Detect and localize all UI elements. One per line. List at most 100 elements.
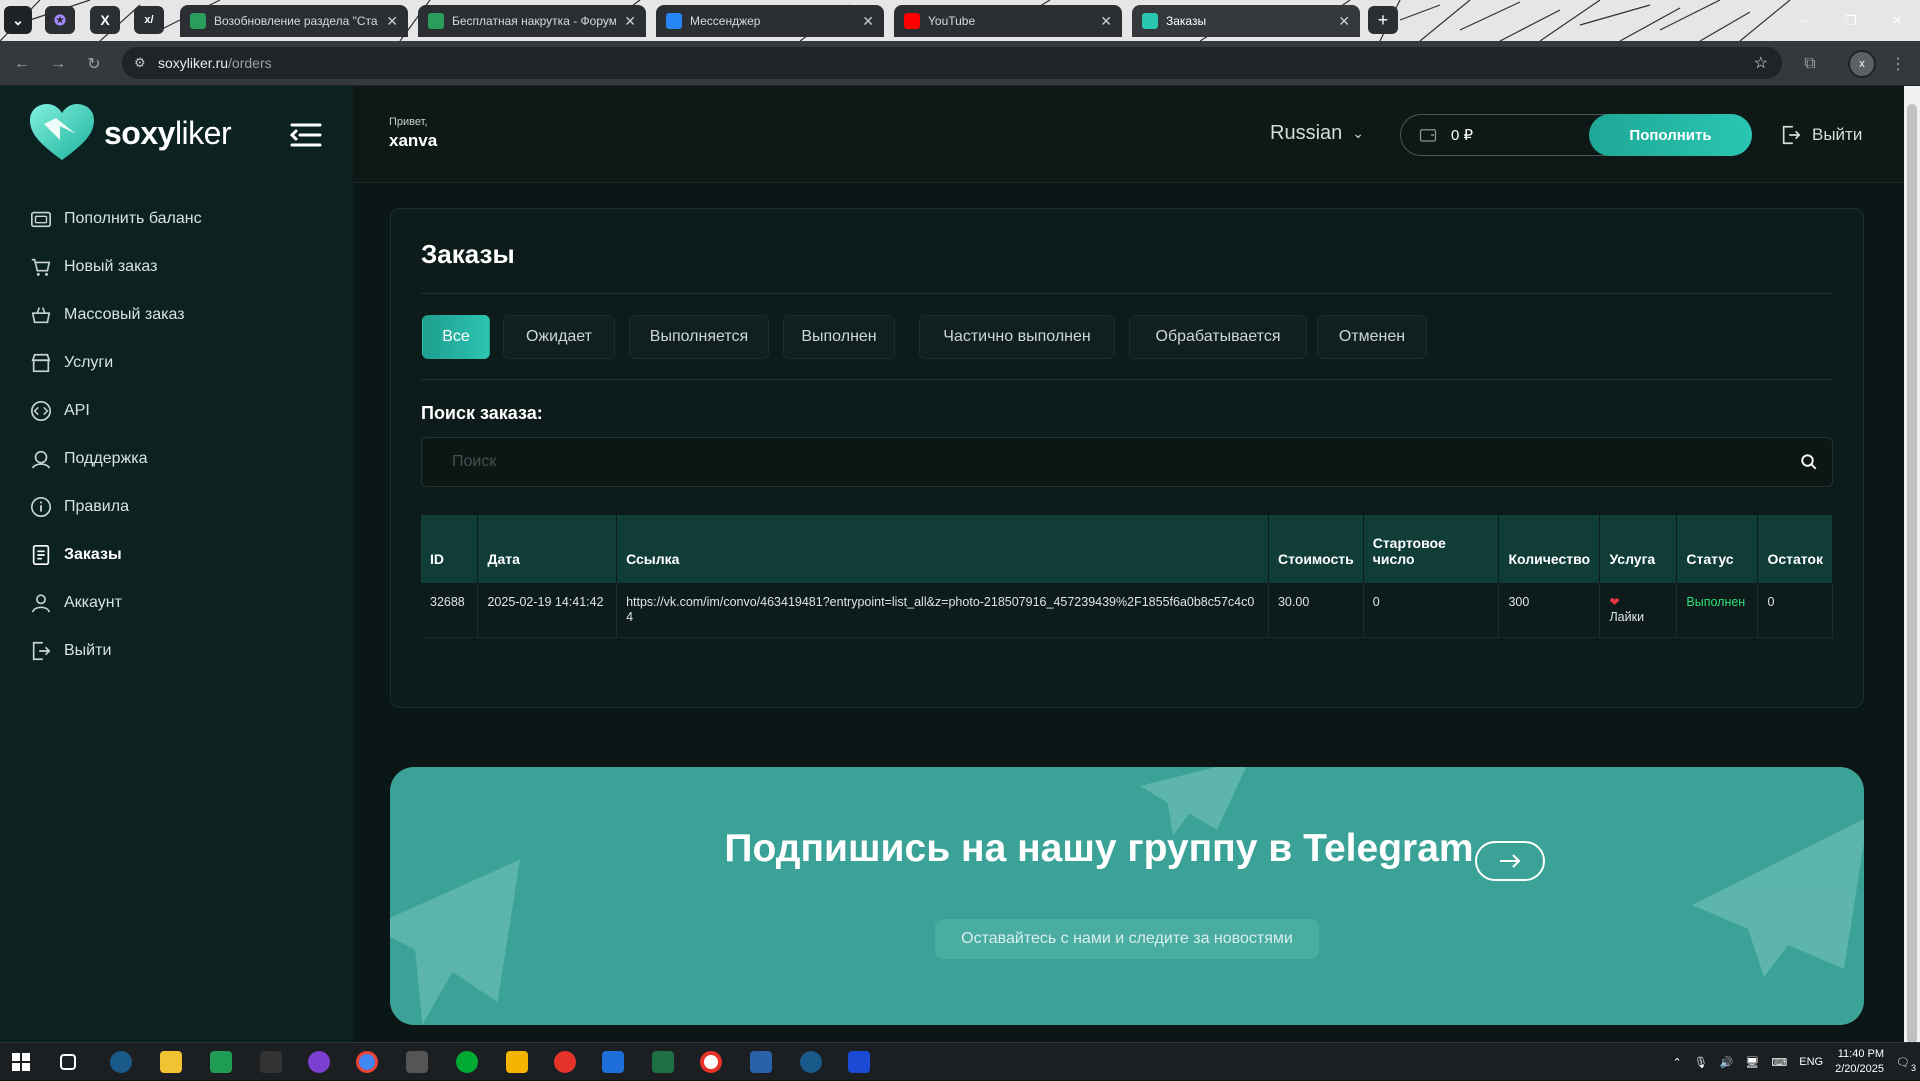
filter-processing[interactable]: Обрабатывается xyxy=(1129,315,1307,359)
filter-partial[interactable]: Частично выполнен xyxy=(919,315,1115,359)
topup-button[interactable]: Пополнить xyxy=(1589,114,1752,156)
logout-label: Выйти xyxy=(1812,125,1862,145)
app-icon[interactable] xyxy=(848,1051,870,1073)
shield-icon[interactable] xyxy=(210,1051,232,1073)
close-icon[interactable]: ✕ xyxy=(386,13,398,30)
search-label: Поиск заказа: xyxy=(421,403,543,424)
language-select[interactable]: Russian ⌄ xyxy=(1270,122,1364,145)
sidebar-item-label: Услуги xyxy=(64,354,113,372)
devcpp-icon[interactable] xyxy=(750,1051,772,1073)
site-info-icon[interactable]: ⚙ xyxy=(134,55,146,71)
sidebar-item-orders[interactable]: Заказы xyxy=(30,540,122,570)
microphone-icon[interactable]: 🎙 xyxy=(1694,1056,1708,1069)
plus-icon: + xyxy=(1378,10,1389,31)
windows-start-icon[interactable] xyxy=(12,1053,30,1071)
tor-browser-icon[interactable] xyxy=(308,1051,330,1073)
steam-icon[interactable] xyxy=(110,1051,132,1073)
notification-count: 3 xyxy=(1911,1063,1916,1073)
app-icon[interactable] xyxy=(456,1051,478,1073)
logout-icon xyxy=(30,640,52,662)
profile-avatar[interactable]: x xyxy=(1848,50,1876,78)
tab-messenger[interactable]: Мессенджер ✕ xyxy=(656,5,884,37)
volume-icon[interactable]: 🔊 xyxy=(1720,1056,1734,1069)
chevron-up-icon[interactable]: ⌃ xyxy=(1673,1056,1682,1069)
network-icon[interactable]: 🖥 xyxy=(1745,1056,1759,1069)
sidebar-item-support[interactable]: Поддержка xyxy=(30,444,147,474)
forward-icon[interactable]: → xyxy=(46,52,70,76)
file-explorer-icon[interactable] xyxy=(160,1051,182,1073)
sidebar-item-services[interactable]: Услуги xyxy=(30,348,113,378)
scrollbar-thumb[interactable] xyxy=(1907,104,1917,1044)
chrome-icon[interactable] xyxy=(356,1051,378,1073)
filter-pending[interactable]: Ожидает xyxy=(503,315,615,359)
menu-dots-icon[interactable]: ⋮ xyxy=(1886,52,1910,76)
pinned-tab-x[interactable]: X xyxy=(90,6,120,34)
bookmark-star-icon[interactable]: ☆ xyxy=(1754,53,1768,73)
app-icon[interactable] xyxy=(602,1051,624,1073)
app-icon[interactable] xyxy=(406,1051,428,1073)
tab-orders[interactable]: Заказы ✕ xyxy=(1132,5,1360,37)
sidebar-item-logout[interactable]: Выйти xyxy=(30,636,111,666)
tab-forum-1[interactable]: Возобновление раздела "Ста ✕ xyxy=(180,5,408,37)
close-icon[interactable]: ✕ xyxy=(1100,13,1112,30)
restore-icon[interactable]: ❐ xyxy=(1828,0,1874,41)
cell-link[interactable]: https://vk.com/im/convo/463419481?entryp… xyxy=(617,583,1269,638)
yandex-icon[interactable] xyxy=(554,1051,576,1073)
filter-completed[interactable]: Выполнен xyxy=(783,315,895,359)
sidebar-item-topup[interactable]: Пополнить баланс xyxy=(30,204,202,234)
logo-text: soxyliker xyxy=(104,115,231,152)
cell-service: ❤Лайки xyxy=(1600,583,1677,638)
close-icon[interactable]: ✕ xyxy=(624,13,636,30)
steam-icon[interactable] xyxy=(800,1051,822,1073)
sidebar-item-bulk-order[interactable]: Массовый заказ xyxy=(30,300,185,330)
reload-icon[interactable]: ↻ xyxy=(82,52,106,76)
close-window-icon[interactable]: ✕ xyxy=(1874,0,1920,41)
app-icon[interactable] xyxy=(506,1051,528,1073)
filter-canceled[interactable]: Отменен xyxy=(1317,315,1427,359)
url-path: /orders xyxy=(228,55,272,71)
extensions-icon[interactable]: ⧉ xyxy=(1798,52,1822,76)
telegram-banner[interactable]: Подпишись на нашу группу в Telegram Оста… xyxy=(390,767,1864,1025)
page-scrollbar[interactable] xyxy=(1904,86,1920,1042)
support-icon xyxy=(30,448,52,470)
minimize-icon[interactable]: ─ xyxy=(1782,0,1828,41)
messenger-favicon-icon xyxy=(666,13,682,29)
url-host: soxyliker.ru xyxy=(158,55,228,71)
header-logout-button[interactable]: Выйти xyxy=(1780,124,1862,146)
column-header: Количество xyxy=(1499,515,1600,583)
tab-search-button[interactable]: ⌄ xyxy=(4,6,32,34)
tab-youtube[interactable]: YouTube ✕ xyxy=(894,5,1122,37)
close-icon[interactable]: ✕ xyxy=(1338,13,1350,30)
page-header: Привет, xanva Russian ⌄ 0 ₽ Пополнить Вы… xyxy=(353,86,1904,183)
url-field[interactable]: ⚙ soxyliker.ru/orders ☆ xyxy=(122,47,1782,79)
keyboard-icon[interactable]: ⌨ xyxy=(1771,1056,1787,1069)
cell-id: 32688 xyxy=(421,583,478,638)
search-input[interactable] xyxy=(422,438,1782,486)
new-tab-button[interactable]: + xyxy=(1368,6,1398,34)
filter-in-progress[interactable]: Выполняется xyxy=(629,315,769,359)
sidebar-item-new-order[interactable]: Новый заказ xyxy=(30,252,157,282)
page-title: Заказы xyxy=(421,239,515,270)
notifications-icon[interactable]: 🗨3 xyxy=(1896,1056,1910,1069)
logo[interactable]: soxyliker xyxy=(30,104,231,162)
clock[interactable]: 11:40 PM 2/20/2025 xyxy=(1835,1047,1884,1077)
task-view-icon[interactable] xyxy=(60,1054,76,1070)
pinned-tab-x2[interactable]: x/ xyxy=(134,6,164,34)
order-link[interactable]: https://vk.com/im/convo/463419481?entryp… xyxy=(626,595,1254,624)
sidebar-item-api[interactable]: API xyxy=(30,396,90,426)
filter-all[interactable]: Все xyxy=(422,315,490,359)
banner-arrow-button[interactable] xyxy=(1475,841,1545,881)
yandex-browser-icon[interactable] xyxy=(700,1051,722,1073)
pinned-tab-app[interactable]: ✪ xyxy=(45,6,75,34)
back-icon[interactable]: ← xyxy=(10,52,34,76)
tab-forum-2[interactable]: Бесплатная накрутка - Форум ✕ xyxy=(418,5,646,37)
soxyliker-favicon-icon xyxy=(1142,13,1158,29)
sidebar-item-rules[interactable]: Правила xyxy=(30,492,129,522)
input-language[interactable]: ENG xyxy=(1799,1056,1823,1068)
close-icon[interactable]: ✕ xyxy=(862,13,874,30)
search-icon[interactable] xyxy=(1800,453,1818,471)
app-icon[interactable] xyxy=(260,1051,282,1073)
menu-toggle-icon[interactable] xyxy=(290,122,322,148)
sidebar-item-account[interactable]: Аккаунт xyxy=(30,588,122,618)
excel-icon[interactable] xyxy=(652,1051,674,1073)
